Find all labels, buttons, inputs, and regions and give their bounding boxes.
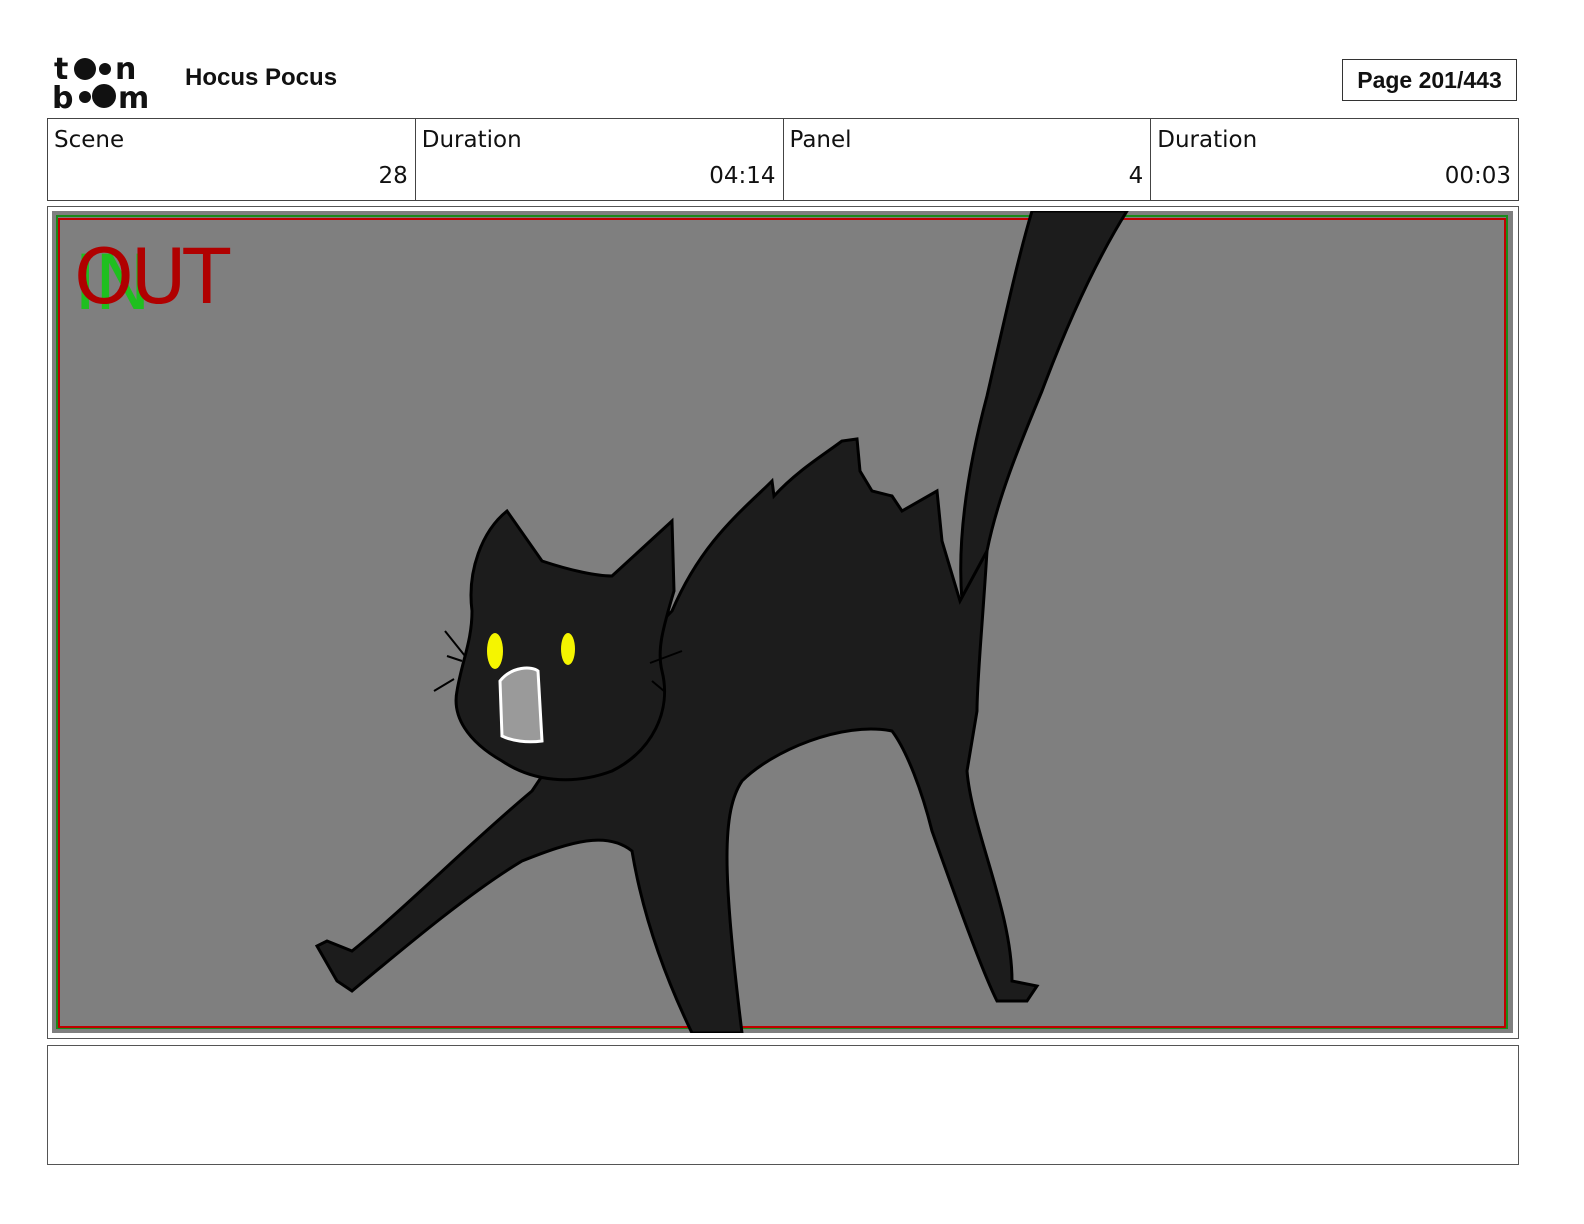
scene-duration-value: 04:14 xyxy=(709,163,776,189)
svg-text:m: m xyxy=(118,81,149,110)
panel-duration-label: Duration xyxy=(1157,127,1258,153)
cat-illustration xyxy=(56,211,1508,1033)
panel-duration-value: 00:03 xyxy=(1444,163,1511,189)
out-marker: OUT xyxy=(74,232,230,321)
panel-info-table: Scene 28 Duration 04:14 Panel 4 Duration… xyxy=(47,118,1519,201)
svg-text:b: b xyxy=(52,81,73,110)
panel-duration-cell: Duration 00:03 xyxy=(1151,119,1518,200)
panel-drawing: IN OUT xyxy=(52,211,1513,1033)
panel-cell: Panel 4 xyxy=(784,119,1152,200)
panel-frame: IN OUT xyxy=(47,206,1519,1039)
panel-label: Panel xyxy=(789,127,852,153)
project-title: Hocus Pocus xyxy=(185,64,338,91)
scene-cell: Scene 28 xyxy=(48,119,416,200)
scene-label: Scene xyxy=(54,127,125,153)
page-number: Page 201/443 xyxy=(1342,59,1517,101)
panel-value: 4 xyxy=(1128,163,1144,189)
scene-value: 28 xyxy=(378,163,408,189)
scene-duration-cell: Duration 04:14 xyxy=(416,119,784,200)
scene-duration-label: Duration xyxy=(421,127,522,153)
toon-boom-logo: t n b m xyxy=(52,52,149,110)
panel-notes-box xyxy=(47,1045,1519,1165)
